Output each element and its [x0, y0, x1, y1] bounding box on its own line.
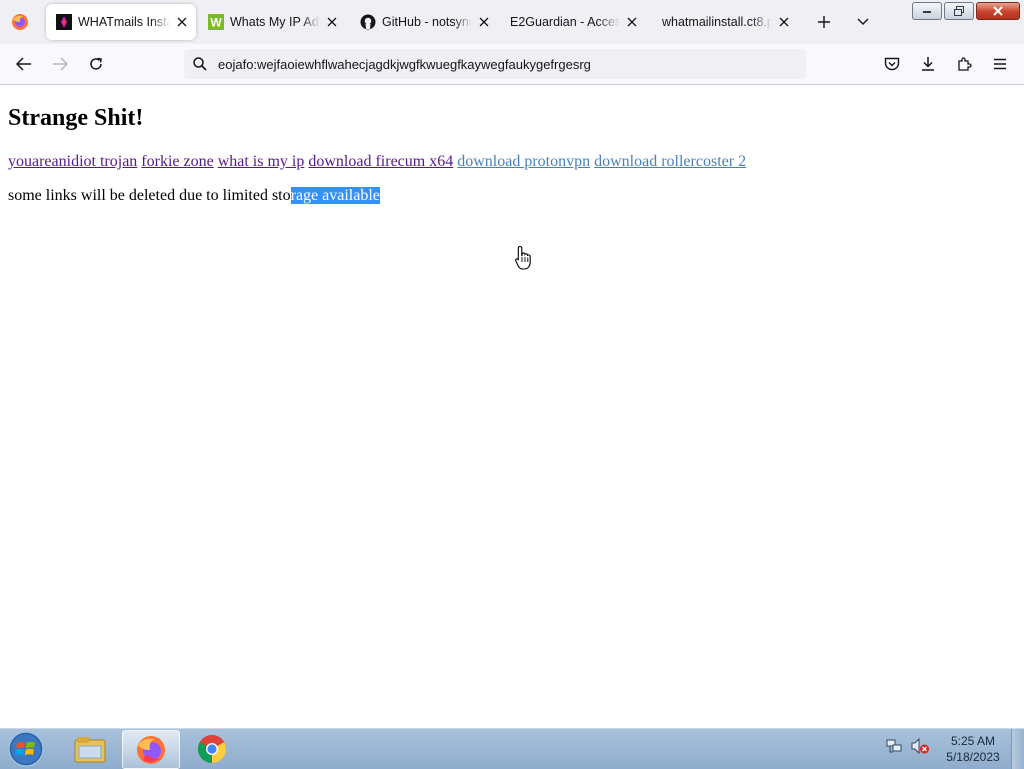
tab-github[interactable]: GitHub - notsync — [350, 4, 498, 40]
link-youareanidiot-trojan[interactable]: youareanidiot trojan — [8, 153, 137, 170]
clock[interactable]: 5:25 AM 5/18/2023 — [940, 733, 1006, 765]
tab-whatmailinstall[interactable]: whatmailinstall.ct8.pl — [652, 4, 798, 40]
page-content: Strange Shit! youareanidiot trojan forki… — [0, 85, 1024, 728]
system-tray — [886, 737, 930, 759]
list-all-tabs-icon[interactable] — [851, 10, 875, 34]
close-tab-icon[interactable] — [324, 14, 340, 30]
firefox-view-icon[interactable] — [8, 10, 32, 34]
note-selected-text: rage available — [290, 187, 380, 204]
forward-arrow-icon[interactable] — [48, 52, 72, 76]
chrome-icon[interactable] — [184, 730, 240, 767]
volume-muted-icon[interactable] — [910, 737, 930, 759]
close-tab-icon[interactable] — [776, 14, 792, 30]
link-download-rollercoster[interactable]: download rollercoster 2 — [594, 153, 746, 170]
tab-e2guardian[interactable]: E2Guardian - Access D — [500, 4, 646, 40]
tab-whatmails[interactable]: WHATmails Install — [46, 4, 196, 40]
link-what-is-my-ip[interactable]: what is my ip — [218, 153, 305, 170]
firefox-taskbar-icon[interactable] — [122, 730, 180, 769]
storage-note: some links will be deleted due to limite… — [8, 187, 380, 205]
close-tab-icon[interactable] — [476, 14, 492, 30]
menu-icon[interactable] — [988, 52, 1012, 76]
tab-whats-my-ip[interactable]: W Whats My IP Address — [198, 4, 346, 40]
clock-date: 5/18/2023 — [946, 750, 1000, 764]
tab-title: whatmailinstall.ct8.pl — [662, 15, 772, 29]
tab-title: E2Guardian - Access D — [510, 15, 620, 29]
close-tab-icon[interactable] — [624, 14, 640, 30]
whatmails-icon — [56, 14, 72, 30]
link-forkie-zone[interactable]: forkie zone — [141, 153, 213, 170]
hand-cursor-icon — [514, 245, 534, 271]
tab-strip: WHATmails Install W Whats My IP Address … — [0, 0, 1024, 44]
restore-icon[interactable] — [944, 2, 974, 20]
w-green-icon: W — [208, 14, 224, 30]
back-arrow-icon[interactable] — [12, 52, 36, 76]
svg-text:W: W — [210, 16, 222, 30]
tab-title: WHATmails Install — [78, 15, 170, 29]
minimize-icon[interactable] — [912, 2, 942, 20]
clock-time: 5:25 AM — [950, 734, 996, 748]
taskbar: 5:25 AM 5/18/2023 — [0, 728, 1024, 769]
link-download-protonvpn[interactable]: download protonvpn — [457, 153, 590, 170]
search-icon — [192, 56, 208, 72]
address-bar[interactable]: eojafo:wejfaoiewhflwahecjagdkjwgfkwuegfk… — [184, 49, 806, 79]
note-text: some links will be deleted due to limite… — [8, 187, 291, 204]
window-controls — [912, 2, 1020, 20]
downloads-icon[interactable] — [916, 52, 940, 76]
url-text[interactable]: eojafo:wejfaoiewhflwahecjagdkjwgfkwuegfk… — [218, 57, 591, 72]
explorer-icon[interactable] — [62, 730, 118, 767]
tab-title: GitHub - notsync — [382, 15, 472, 29]
start-button-icon[interactable] — [6, 730, 46, 768]
extensions-icon[interactable] — [952, 52, 976, 76]
page-heading: Strange Shit! — [8, 105, 144, 131]
navigation-toolbar: eojafo:wejfaoiewhflwahecjagdkjwgfkwuegfk… — [0, 44, 1024, 85]
github-icon — [360, 14, 376, 30]
close-window-icon[interactable] — [976, 2, 1020, 20]
network-icon[interactable] — [886, 737, 904, 759]
show-desktop-button[interactable] — [1011, 729, 1024, 769]
link-list: youareanidiot trojan forkie zone what is… — [8, 153, 746, 171]
reload-icon[interactable] — [84, 52, 108, 76]
pocket-icon[interactable] — [880, 52, 904, 76]
tab-title: Whats My IP Address — [230, 15, 320, 29]
close-tab-icon[interactable] — [174, 14, 190, 30]
link-download-firecum[interactable]: download firecum x64 — [308, 153, 453, 170]
new-tab-icon[interactable] — [812, 10, 836, 34]
